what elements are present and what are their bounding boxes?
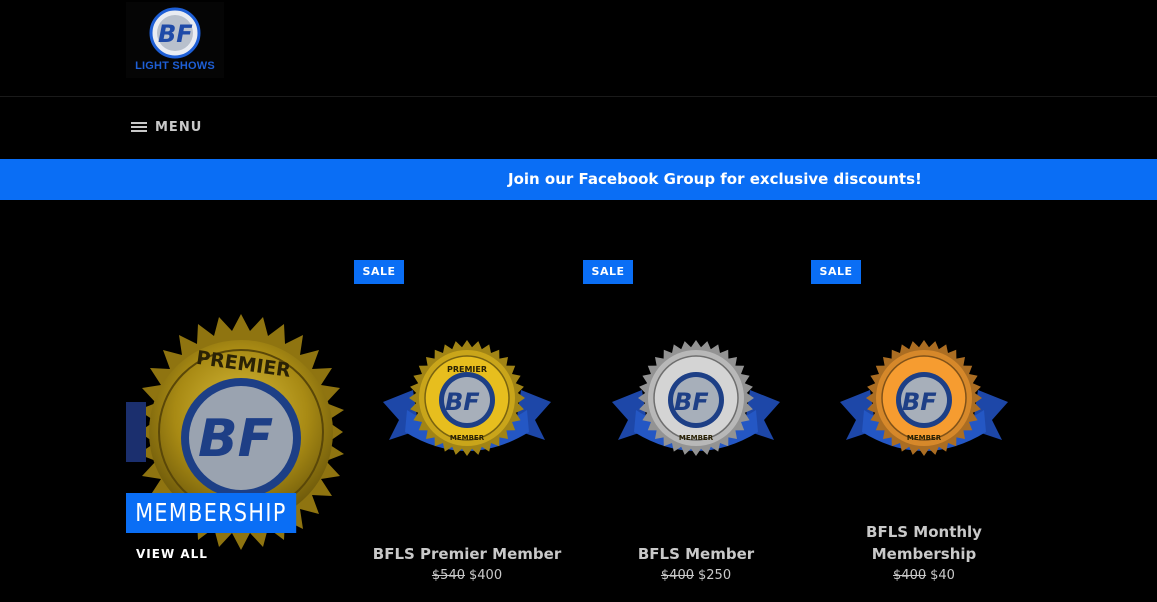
product-title-line: BFLS Premier Member — [372, 545, 562, 563]
product-price: $400 $40 — [814, 568, 1034, 583]
product-title[interactable]: BFLS Member — [586, 543, 806, 565]
product-price: $400 $250 — [586, 568, 806, 583]
view-all-link[interactable]: VIEW ALL — [136, 547, 208, 561]
sale-badge: SALE — [354, 260, 404, 284]
badge-bottom-text: MEMBER — [450, 434, 485, 442]
sale-badge: SALE — [583, 260, 633, 284]
membership-badge-image[interactable]: BF MEMBER — [608, 340, 784, 470]
sale-price: $250 — [698, 568, 732, 583]
collection-title[interactable]: MEMBERSHIP — [126, 493, 296, 533]
badge-bottom-text: MEMBER — [679, 434, 714, 442]
badge-letters: BF — [445, 388, 480, 416]
membership-badge-image[interactable]: BF PREMIER MEMBER — [379, 340, 555, 470]
product-price: $540 $400 — [357, 568, 577, 583]
sale-price: $40 — [930, 568, 955, 583]
bf-logo-icon: BF — [149, 7, 201, 59]
product-title-line: BFLS Monthly — [866, 523, 982, 541]
hamburger-icon — [131, 121, 147, 133]
compare-at-price: $400 — [660, 568, 694, 583]
compare-at-price: $540 — [431, 568, 465, 583]
membership-badge-image[interactable]: BF MEMBER — [836, 340, 1012, 470]
header-divider — [0, 96, 1157, 97]
product-title[interactable]: BFLS Premier Member — [357, 543, 577, 565]
menu-button[interactable]: MENU — [131, 117, 202, 137]
badge-top-text: PREMIER — [447, 365, 487, 374]
announcement-text[interactable]: Join our Facebook Group for exclusive di… — [508, 170, 922, 188]
sale-badge: SALE — [811, 260, 861, 284]
product-title-line: Membership — [871, 545, 977, 563]
site-logo[interactable]: BF LIGHT SHOWS — [126, 2, 224, 78]
page: BF LIGHT SHOWS MENU Join our Facebook Gr… — [0, 0, 1157, 602]
badge-bottom-text: MEMBER — [907, 434, 942, 442]
sale-price: $400 — [469, 568, 503, 583]
compare-at-price: $400 — [893, 568, 927, 583]
logo-letters: BF — [158, 20, 193, 48]
announcement-bar[interactable]: Join our Facebook Group for exclusive di… — [0, 159, 1157, 200]
product-title[interactable]: BFLS Monthly Membership — [814, 521, 1034, 565]
logo-text: LIGHT SHOWS — [135, 60, 215, 72]
seal-letters: BF — [198, 409, 273, 469]
badge-letters: BF — [674, 388, 709, 416]
badge-letters: BF — [902, 388, 937, 416]
product-title-line: BFLS Member — [637, 545, 755, 563]
menu-label: MENU — [155, 119, 203, 135]
